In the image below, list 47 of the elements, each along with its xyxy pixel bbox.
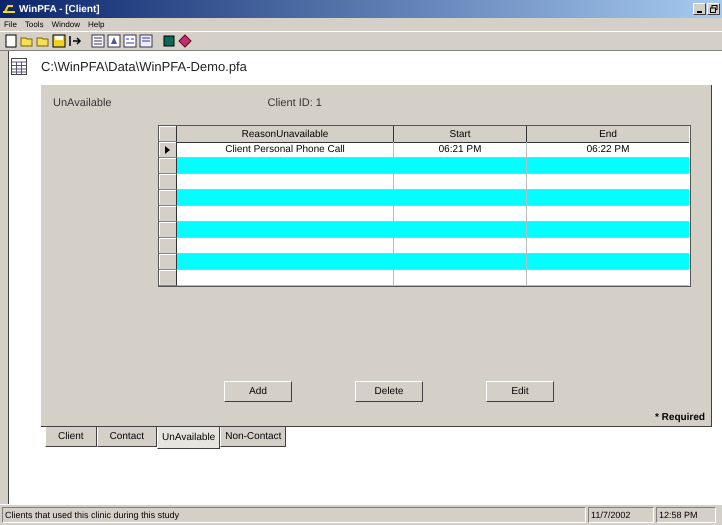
- add-button[interactable]: Add: [224, 381, 292, 402]
- column-header[interactable]: Start: [394, 126, 527, 143]
- edit-button[interactable]: Edit: [486, 381, 554, 402]
- export-icon[interactable]: [67, 33, 83, 49]
- column-header[interactable]: ReasonUnavailable: [177, 126, 394, 143]
- restore-button[interactable]: [707, 3, 720, 15]
- column-header[interactable]: End: [527, 126, 689, 143]
- app-icon: [2, 4, 16, 14]
- form-icon[interactable]: [122, 33, 138, 49]
- tab[interactable]: UnAvailable: [157, 427, 220, 449]
- menu-item[interactable]: Window: [52, 20, 80, 29]
- status-date: 11/7/2002: [588, 507, 654, 523]
- tab[interactable]: Client: [45, 427, 97, 447]
- status-message: Clients that used this clinic during this study: [2, 507, 586, 523]
- row-selector[interactable]: [159, 238, 177, 254]
- delete-button[interactable]: Delete: [355, 381, 423, 402]
- restore-icon: [710, 5, 718, 13]
- section-title: UnAvailable: [53, 97, 112, 109]
- menu-item[interactable]: Tools: [24, 20, 44, 29]
- minimize-button[interactable]: [693, 3, 706, 15]
- row-selector[interactable]: [159, 142, 177, 158]
- row-selector[interactable]: [159, 206, 177, 222]
- tab[interactable]: Contact: [96, 427, 158, 447]
- new-file-icon[interactable]: [3, 33, 19, 49]
- status-time: 12:58 PM: [656, 507, 716, 523]
- row-selector[interactable]: [159, 158, 177, 174]
- row-selector[interactable]: [159, 174, 177, 190]
- save-icon[interactable]: [51, 33, 67, 49]
- table-icon[interactable]: [138, 33, 154, 49]
- menu-item[interactable]: File: [4, 20, 17, 29]
- row-selector[interactable]: [159, 190, 177, 206]
- file-path: C:\WinPFA\Data\WinPFA-Demo.pfa: [41, 58, 247, 74]
- client-id-label: Client ID: 1: [268, 97, 322, 109]
- row-selector[interactable]: [159, 222, 177, 238]
- gem-icon[interactable]: [177, 33, 193, 49]
- tree-icon[interactable]: [106, 33, 122, 49]
- grid-icon: [11, 58, 27, 74]
- required-note: * Required: [654, 412, 705, 423]
- menu-item[interactable]: Help: [88, 20, 104, 29]
- list-icon[interactable]: [90, 33, 106, 49]
- book-icon[interactable]: [161, 33, 177, 49]
- row-selector[interactable]: [159, 270, 177, 286]
- current-row-icon: [165, 146, 170, 154]
- row-selector[interactable]: [159, 254, 177, 270]
- tab[interactable]: Non-Contact: [220, 427, 286, 447]
- window-title: WinPFA - [Client]: [19, 4, 100, 14]
- corner-cell: [159, 126, 177, 142]
